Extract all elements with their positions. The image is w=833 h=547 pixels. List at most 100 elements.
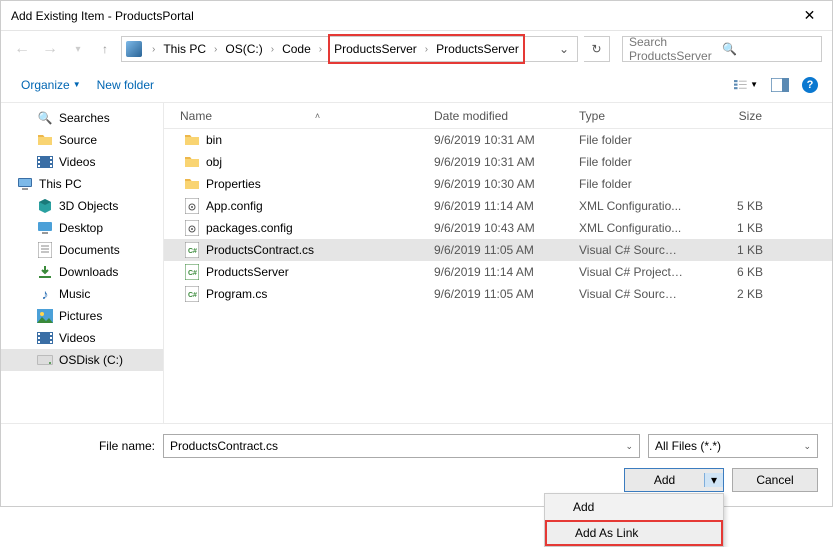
help-button[interactable]: ?: [802, 77, 818, 93]
add-button[interactable]: Add ▾ Add Add As Link: [624, 468, 724, 492]
forward-button[interactable]: →: [39, 38, 61, 60]
pictures-icon: [37, 308, 53, 324]
tree-item[interactable]: OSDisk (C:): [1, 349, 163, 371]
organize-menu[interactable]: Organize▼: [15, 74, 87, 96]
tree-item-label: Documents: [59, 243, 120, 257]
file-filter-dropdown[interactable]: All Files (*.*) ⌄: [648, 434, 818, 458]
view-options-button[interactable]: ▼: [734, 75, 758, 95]
cfg-icon: [184, 220, 200, 236]
chevron-right-icon[interactable]: ›: [313, 44, 328, 55]
tree-item[interactable]: 🔍Searches: [1, 107, 163, 129]
folder-icon: [184, 132, 200, 148]
file-row[interactable]: obj9/6/2019 10:31 AMFile folder: [164, 151, 832, 173]
file-date: 9/6/2019 11:14 AM: [426, 265, 571, 279]
tree-item[interactable]: Videos: [1, 151, 163, 173]
file-type: File folder: [571, 177, 691, 191]
file-row[interactable]: packages.config9/6/2019 10:43 AMXML Conf…: [164, 217, 832, 239]
file-name: ProductsServer: [206, 265, 289, 279]
column-header-name[interactable]: Name ˄: [164, 103, 426, 128]
file-type: XML Configuratio...: [571, 221, 691, 235]
file-date: 9/6/2019 11:14 AM: [426, 199, 571, 213]
up-button[interactable]: ↑: [95, 39, 115, 59]
breadcrumb-item[interactable]: Code: [280, 40, 313, 58]
breadcrumb-item[interactable]: OS(C:): [223, 40, 264, 58]
file-row[interactable]: C#Program.cs9/6/2019 11:05 AMVisual C# S…: [164, 283, 832, 305]
tree-item-label: Source: [59, 133, 97, 147]
breadcrumb-root[interactable]: This PC: [161, 40, 208, 58]
file-size: 1 KB: [691, 243, 771, 257]
csproj-icon: C#: [184, 264, 200, 280]
tree-item[interactable]: Source: [1, 129, 163, 151]
file-row[interactable]: C#ProductsContract.cs9/6/2019 11:05 AMVi…: [164, 239, 832, 261]
chevron-right-icon[interactable]: ›: [265, 44, 280, 55]
file-type: XML Configuratio...: [571, 199, 691, 213]
cfg-icon: [184, 198, 200, 214]
file-row[interactable]: Properties 9/6/2019 10:30 AMFile folder: [164, 173, 832, 195]
recent-dropdown[interactable]: ▾: [67, 38, 89, 60]
tree-item[interactable]: Desktop: [1, 217, 163, 239]
tree-item[interactable]: Pictures: [1, 305, 163, 327]
breadcrumb-dropdown[interactable]: ⌄: [555, 42, 573, 56]
navigation-tree[interactable]: 🔍Searches Source Videos This PC 3D ObjectsDe…: [1, 103, 164, 423]
file-date: 9/6/2019 10:43 AM: [426, 221, 571, 235]
file-list[interactable]: bin9/6/2019 10:31 AMFile folderobj9/6/20…: [164, 129, 832, 423]
column-header-date[interactable]: Date modified: [426, 103, 571, 128]
new-folder-button[interactable]: New folder: [91, 74, 160, 96]
file-type: Visual C# Project f...: [571, 265, 691, 279]
dropdown-item-add-as-link[interactable]: Add As Link: [545, 520, 723, 546]
pc-icon: [17, 176, 33, 192]
chevron-right-icon[interactable]: ›: [146, 44, 161, 55]
tree-item[interactable]: Documents: [1, 239, 163, 261]
cs-icon: C#: [184, 286, 200, 302]
svg-text:C#: C#: [188, 248, 197, 255]
docs-icon: [37, 242, 53, 258]
chevron-down-icon[interactable]: ⌄: [625, 441, 633, 452]
chevron-right-icon[interactable]: ›: [419, 44, 434, 55]
refresh-button[interactable]: ↻: [584, 36, 610, 62]
preview-pane-button[interactable]: [768, 75, 792, 95]
filename-input[interactable]: ProductsContract.cs ⌄: [163, 434, 640, 458]
tree-item[interactable]: This PC: [1, 173, 163, 195]
file-type: File folder: [571, 155, 691, 169]
window-title: Add Existing Item - ProductsPortal: [11, 9, 787, 23]
music-icon: ♪: [37, 286, 53, 302]
tree-item-label: Videos: [59, 331, 95, 345]
tree-item-label: Downloads: [59, 265, 118, 279]
file-row[interactable]: bin9/6/2019 10:31 AMFile folder: [164, 129, 832, 151]
tree-item[interactable]: Downloads: [1, 261, 163, 283]
chevron-right-icon[interactable]: ›: [208, 44, 223, 55]
videos-icon: [37, 330, 53, 346]
breadcrumb-item[interactable]: ProductsServer: [434, 40, 521, 58]
column-header-type[interactable]: Type: [571, 103, 691, 128]
add-button-main[interactable]: Add: [625, 473, 705, 487]
drive-icon: [126, 41, 142, 57]
3d-icon: [37, 198, 53, 214]
dropdown-item-add[interactable]: Add: [545, 494, 723, 520]
file-row[interactable]: C# ProductsServer 9/6/2019 11:14 AMVisual …: [164, 261, 832, 283]
file-type: File folder: [571, 133, 691, 147]
file-date: 9/6/2019 10:30 AM: [426, 177, 571, 191]
file-type: Visual C# Source F...: [571, 243, 691, 257]
breadcrumb-item[interactable]: ProductsServer: [332, 40, 419, 58]
tree-item-label: OSDisk (C:): [59, 353, 123, 367]
tree-item[interactable]: 3D Objects: [1, 195, 163, 217]
back-button[interactable]: ←: [11, 38, 33, 60]
file-row[interactable]: App.config9/6/2019 11:14 AMXML Configura…: [164, 195, 832, 217]
breadcrumb[interactable]: › This PC › OS(C:) › Code › ProductsServ…: [121, 36, 578, 62]
column-header-size[interactable]: Size: [691, 103, 771, 128]
tree-item[interactable]: ♪Music: [1, 283, 163, 305]
desktop-icon: [37, 220, 53, 236]
tree-item-label: This PC: [39, 177, 82, 191]
add-button-dropdown[interactable]: ▾: [705, 473, 723, 487]
close-button[interactable]: ✕: [787, 1, 832, 30]
folder-icon: [37, 132, 53, 148]
file-name: Properties: [206, 177, 261, 191]
svg-text:C#: C#: [188, 270, 197, 277]
filename-label: File name:: [15, 439, 155, 453]
tree-item-label: Pictures: [59, 309, 102, 323]
folder-icon: [184, 176, 200, 192]
search-input[interactable]: Search ProductsServer 🔍: [622, 36, 822, 62]
tree-item[interactable]: Videos: [1, 327, 163, 349]
file-date: 9/6/2019 11:05 AM: [426, 287, 571, 301]
cancel-button[interactable]: Cancel: [732, 468, 818, 492]
